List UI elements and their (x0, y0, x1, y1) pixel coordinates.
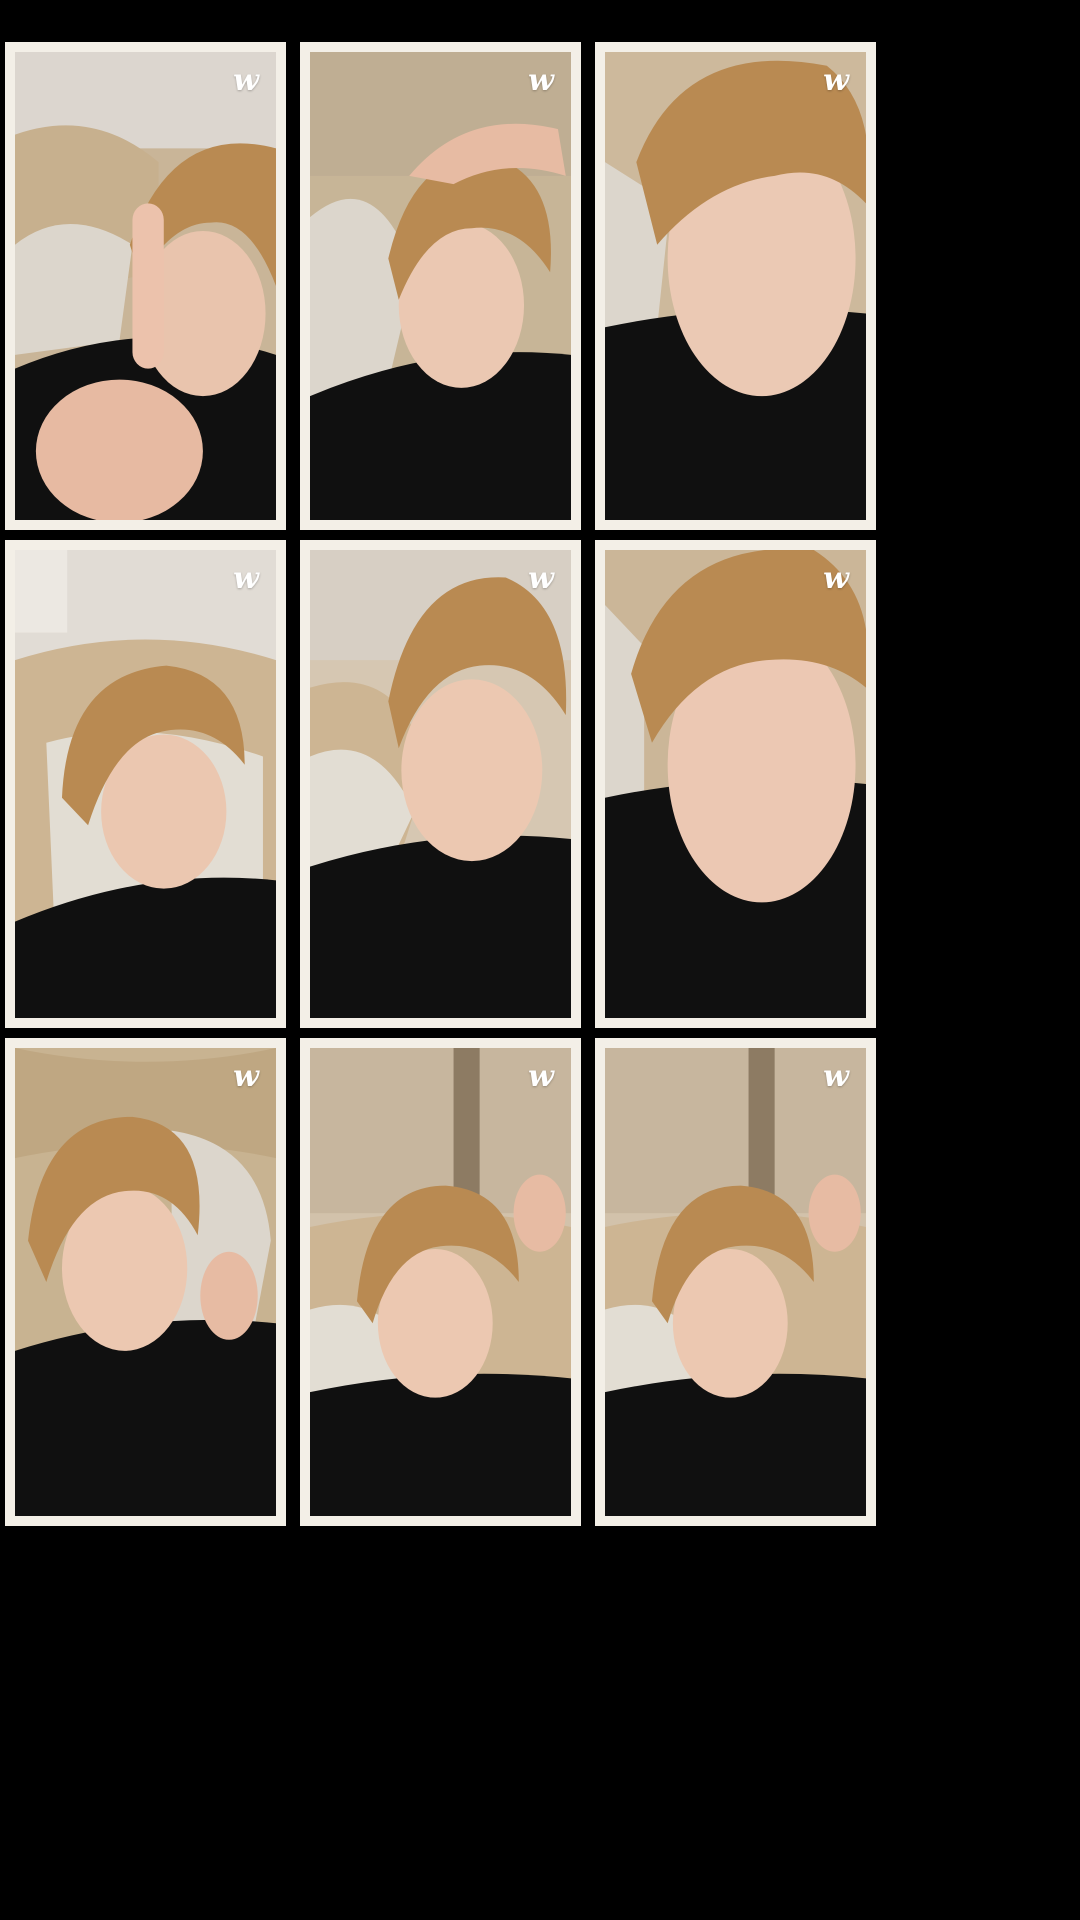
portrait-lying-on-pillow (15, 550, 276, 1018)
photo-8: w (310, 1048, 571, 1516)
photo-frame-4[interactable]: w (5, 540, 286, 1028)
photo-frame-6[interactable]: w (595, 540, 876, 1028)
photo-frame-1[interactable]: w (5, 42, 286, 530)
weverse-logo-icon: w (233, 561, 259, 596)
weverse-logo-icon: w (823, 561, 849, 596)
photo-frame-3[interactable]: w (595, 42, 876, 530)
photo-frame-7[interactable]: w (5, 1038, 286, 1526)
weverse-logo-icon: w (528, 63, 554, 98)
weverse-logo-icon: w (233, 1059, 259, 1094)
photo-2: w (310, 52, 571, 520)
photo-frame-5[interactable]: w (300, 540, 581, 1028)
photo-collage: w w w w w w w w w (0, 0, 1080, 1920)
weverse-logo-icon: w (233, 63, 259, 98)
weverse-logo-icon: w (528, 1059, 554, 1094)
portrait-close-up-face (605, 52, 866, 520)
portrait-pout-with-peace-sign (310, 1048, 571, 1516)
photo-frame-9[interactable]: w (595, 1038, 876, 1526)
photo-1: w (15, 52, 276, 520)
portrait-finger-raised (15, 52, 276, 520)
portrait-close-up-tongue (605, 550, 866, 1018)
photo-3: w (605, 52, 866, 520)
portrait-hand-on-head (310, 52, 571, 520)
portrait-pout-looking-aside (605, 1048, 866, 1516)
photo-frame-8[interactable]: w (300, 1038, 581, 1526)
photo-6: w (605, 550, 866, 1018)
weverse-logo-icon: w (823, 63, 849, 98)
photo-frame-2[interactable]: w (300, 42, 581, 530)
photo-9: w (605, 1048, 866, 1516)
photo-7: w (15, 1048, 276, 1516)
weverse-logo-icon: w (528, 561, 554, 596)
photo-4: w (15, 550, 276, 1018)
weverse-logo-icon: w (823, 1059, 849, 1094)
portrait-smiling (310, 550, 571, 1018)
photo-5: w (310, 550, 571, 1018)
portrait-hand-gesture (15, 1048, 276, 1516)
